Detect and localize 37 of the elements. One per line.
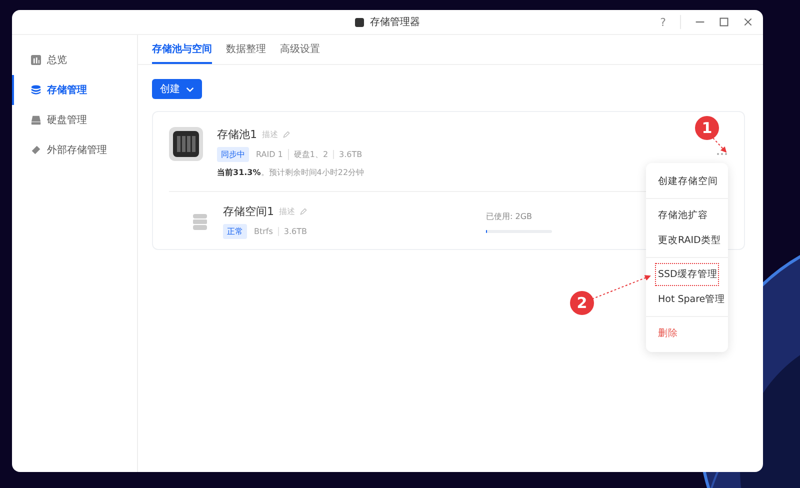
progress-text: 当前31.3%。预计剩余时间4小时22分钟	[217, 167, 366, 178]
sidebar-item[interactable]: 硬盘管理	[12, 105, 137, 135]
status-tag: 正常	[223, 224, 247, 239]
maximize-icon[interactable]	[719, 17, 729, 27]
chart-icon	[31, 55, 41, 65]
nas-icon	[169, 127, 203, 161]
menu-item[interactable]: SSD缓存管理	[654, 262, 720, 287]
caret-icon	[186, 86, 194, 92]
create-button[interactable]: 创建	[152, 79, 202, 99]
volume-name: 存储空间1	[223, 204, 274, 219]
tab[interactable]: 存储池与空间	[152, 35, 212, 64]
sidebar-item[interactable]: 总览	[12, 45, 137, 75]
window-title: 存储管理器	[370, 16, 420, 29]
spec-text: Btrfs	[254, 227, 274, 236]
spec-text: 3.6TB	[333, 150, 368, 159]
tab[interactable]: 数据整理	[226, 35, 266, 64]
usage-text: 已使用: 2GB	[486, 210, 534, 222]
spec-text: 3.6TB	[278, 227, 312, 236]
close-icon[interactable]	[743, 17, 753, 27]
menu-item[interactable]: 存储池扩容	[646, 203, 728, 228]
annotation-arrow	[712, 138, 727, 153]
status-tag: 同步中	[217, 147, 249, 162]
pool-name: 存储池1	[217, 127, 257, 142]
sidebar-item[interactable]: 外部存储管理	[12, 135, 137, 165]
menu-item[interactable]: 创建存储空间	[646, 169, 728, 194]
sidebar-item[interactable]: 存储管理	[12, 75, 137, 105]
menu-item[interactable]: Hot Spare管理	[646, 287, 728, 312]
spec-text: RAID 1	[256, 150, 284, 159]
tab[interactable]: 高级设置	[280, 35, 320, 64]
database-icon	[193, 214, 207, 230]
help-button[interactable]: ?	[660, 16, 666, 28]
annotation-arrow	[592, 275, 651, 300]
app-icon	[355, 18, 364, 26]
menu-item[interactable]: 更改RAID类型	[646, 228, 728, 253]
spec-text: 硬盘1、2	[288, 149, 334, 160]
database-icon	[31, 85, 41, 95]
menu-item[interactable]: 删除	[646, 321, 728, 346]
